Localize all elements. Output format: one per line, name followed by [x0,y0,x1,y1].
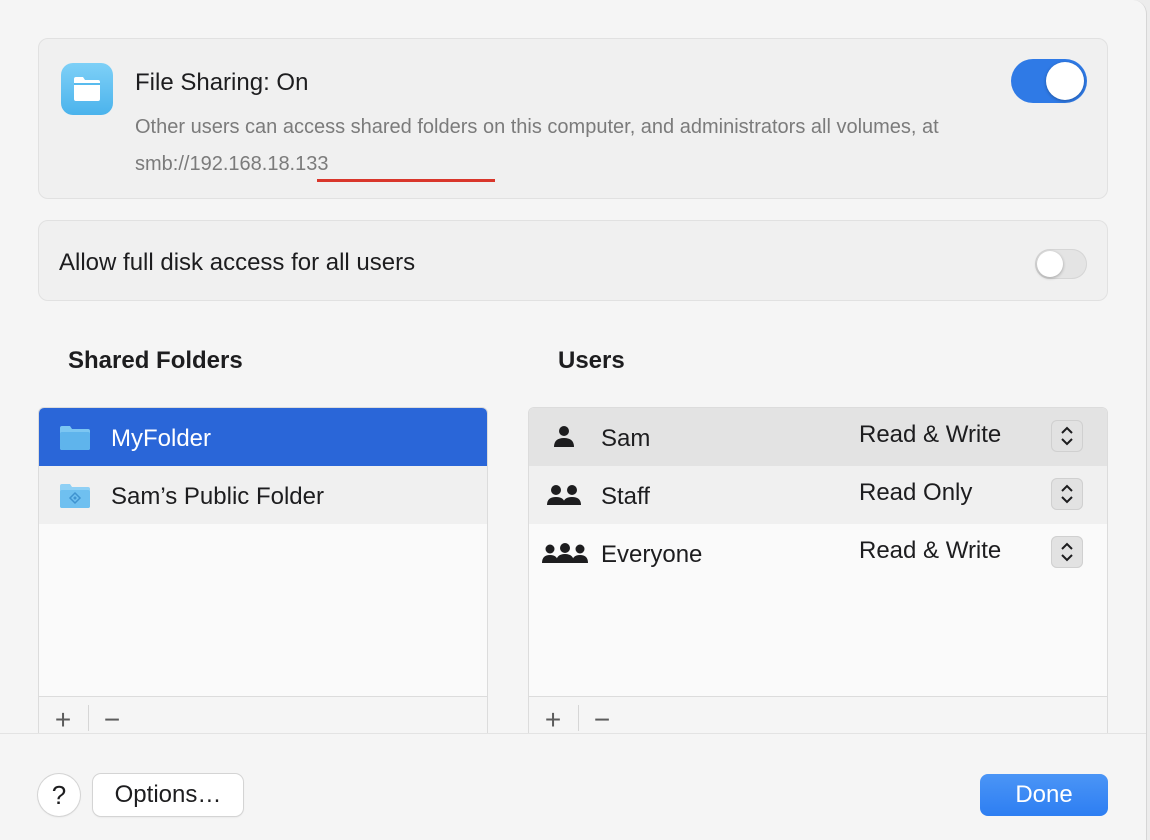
user-name: Staff [601,483,650,510]
folder-label: Sam’s Public Folder [111,483,324,510]
file-sharing-card: File Sharing: On Other users can access … [38,38,1108,199]
folder-label: MyFolder [111,425,212,452]
file-sharing-title: File Sharing: On [135,69,309,96]
up-down-chevron-icon [1061,426,1073,446]
file-sharing-description: Other users can access shared folders on… [135,109,1015,183]
footer-divider [88,705,89,731]
permission-stepper[interactable] [1051,536,1083,568]
user-name: Everyone [601,541,703,568]
file-sharing-window: File Sharing: On Other users can access … [0,0,1147,840]
permission-value: Read & Write [859,421,1002,448]
disk-access-toggle[interactable] [1035,249,1087,279]
footer-divider [578,705,579,731]
user-row-staff[interactable]: Staff Read Only [529,466,1107,524]
dialog-footer: ? Options… Done [0,733,1146,840]
folder-icon [74,77,100,101]
user-name: Sam [601,425,651,452]
toggle-knob [1046,62,1084,100]
up-down-chevron-icon [1061,542,1073,562]
permission-value: Read & Write [859,537,1002,564]
smb-address: /192.168.18.133 [183,153,329,175]
folder-row-public[interactable]: Sam’s Public Folder [39,466,487,524]
file-sharing-toggle[interactable] [1011,59,1087,103]
permission-value: Read Only [859,479,973,506]
person-icon [554,426,574,447]
disk-access-label: Allow full disk access for all users [59,249,416,276]
public-folder-icon [60,484,90,508]
disk-access-card: Allow full disk access for all users [38,220,1108,301]
address-underline-annotation [317,179,495,182]
remove-user-button[interactable]: − [587,705,617,735]
folder-row-myfolder[interactable]: MyFolder [39,408,487,466]
folder-icon [60,426,90,450]
shared-folders-title: Shared Folders [68,347,243,374]
user-row-sam[interactable]: Sam Read & Write [529,408,1107,466]
permission-stepper[interactable] [1051,478,1083,510]
everyone-icon [542,543,588,563]
up-down-chevron-icon [1061,484,1073,504]
group-icon [547,485,581,505]
remove-folder-button[interactable]: − [97,705,127,735]
help-button[interactable]: ? [38,774,80,816]
user-row-everyone[interactable]: Everyone Read & Write [529,524,1107,582]
toggle-knob [1037,251,1063,277]
users-title: Users [558,347,625,374]
users-list: Sam Read & Write Staff Read Only Everyon… [528,407,1108,747]
shared-folders-list: MyFolder Sam’s Public Folder + − [38,407,488,747]
file-sharing-app-icon [61,63,113,115]
add-user-button[interactable]: + [538,705,568,735]
permission-stepper[interactable] [1051,420,1083,452]
options-button[interactable]: Options… [93,774,243,816]
done-button[interactable]: Done [980,774,1108,816]
add-folder-button[interactable]: + [48,705,78,735]
